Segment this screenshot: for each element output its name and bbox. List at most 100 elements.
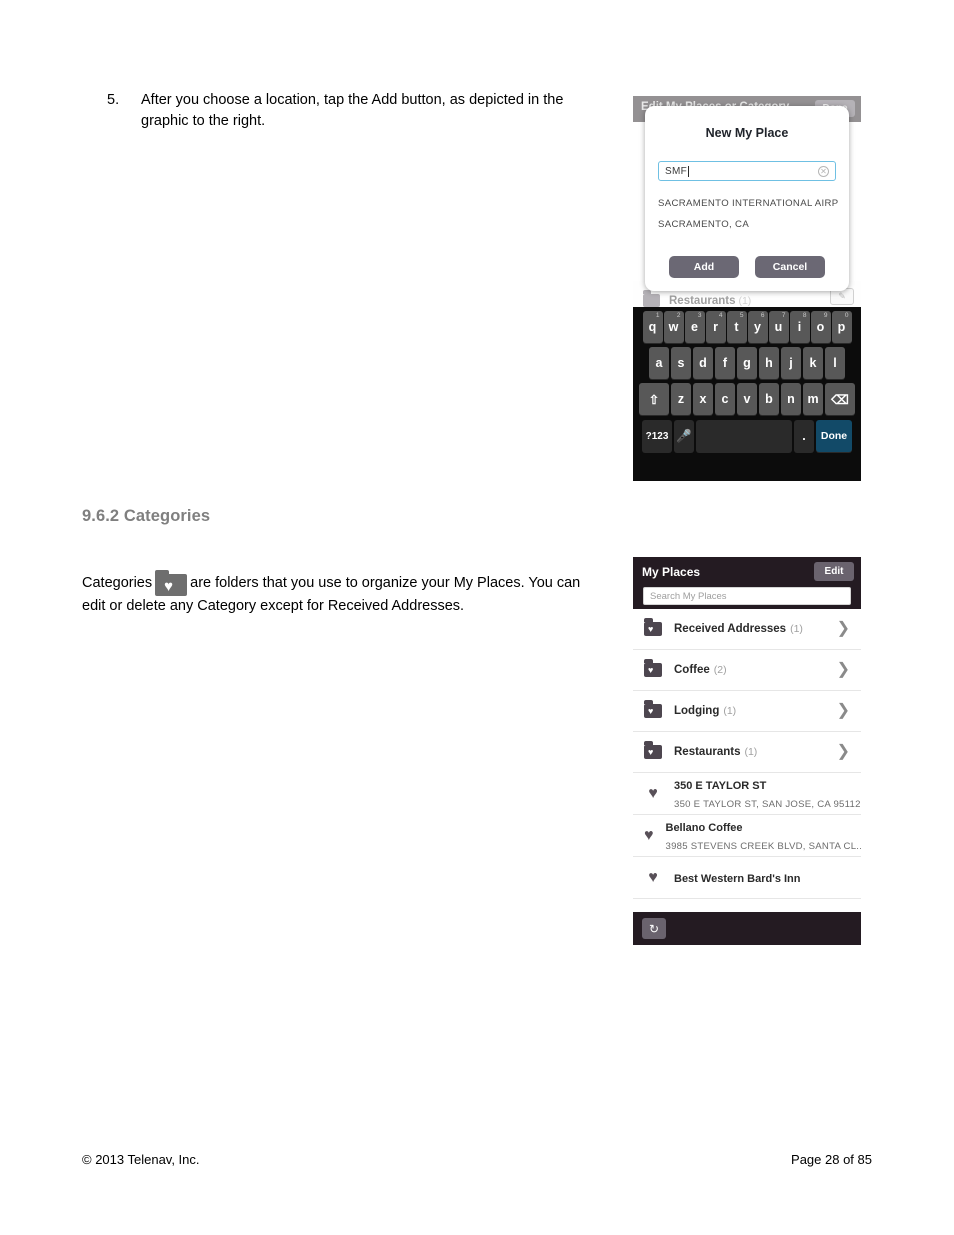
key-j[interactable]: j — [781, 347, 801, 379]
favorite-name: Bellano Coffee — [665, 821, 743, 834]
period-key[interactable]: . — [794, 420, 814, 452]
favorite-name: 350 E TAYLOR ST — [674, 779, 767, 792]
page-footer: © 2013 Telenav, Inc. Page 28 of 85 — [82, 1152, 872, 1167]
numbered-step-5: 5. After you choose a location, tap the … — [107, 90, 607, 132]
key-sub-label: 5 — [739, 312, 744, 319]
step-text: After you choose a location, tap the Add… — [141, 92, 564, 130]
category-count: (1) — [723, 705, 737, 717]
key-r[interactable]: 4r — [705, 311, 726, 343]
key-f[interactable]: f — [715, 347, 735, 379]
key-s[interactable]: s — [671, 347, 691, 379]
category-count: (1) — [744, 746, 758, 758]
paragraph-text-before: Categories — [82, 575, 153, 591]
screenshot-my-places: My Places Edit Search My Places ♥ Receiv… — [633, 557, 861, 945]
clear-circle-icon[interactable]: ✕ — [818, 166, 829, 177]
list-item-favorite[interactable]: ♥ Bellano Coffee 3985 STEVENS CREEK BLVD… — [633, 815, 861, 857]
place-search-value: SMF — [665, 165, 688, 177]
microphone-icon[interactable]: 🎤 — [674, 420, 694, 452]
key-d[interactable]: d — [693, 347, 713, 379]
suggestion-item[interactable]: SACRAMENTO, CA — [658, 219, 838, 230]
key-label: y — [754, 320, 761, 334]
key-e[interactable]: 3e — [684, 311, 705, 343]
key-b[interactable]: b — [759, 383, 779, 415]
key-m[interactable]: m — [803, 383, 823, 415]
my-places-header: My Places Edit Search My Places — [633, 557, 861, 609]
space-key[interactable] — [696, 420, 792, 452]
suggestion-item[interactable]: SACRAMENTO INTERNATIONAL AIRPO... — [658, 198, 838, 209]
list-item-favorite[interactable]: ♥ Best Western Bard's Inn — [633, 857, 861, 899]
key-label: t — [734, 320, 739, 334]
categories-paragraph: Categories ♥ are folders that you use to o… — [82, 570, 598, 618]
keyboard-row-2: a s d f g h j k l — [633, 343, 861, 379]
refresh-icon[interactable]: ↻ — [642, 918, 666, 939]
symbols-key[interactable]: ?123 — [642, 420, 672, 452]
screenshot-new-my-place-dialog: Edit My Places or Category Done Restaura… — [633, 96, 861, 481]
key-sub-label: 2 — [676, 312, 681, 319]
step-number: 5. — [107, 92, 120, 108]
heart-icon: ♥ — [648, 784, 658, 802]
list-item-favorite[interactable]: ♥ 350 E TAYLOR ST 350 E TAYLOR ST, SAN J… — [633, 773, 861, 815]
favorite-name: Best Western Bard's Inn — [674, 872, 801, 885]
key-l[interactable]: l — [825, 347, 845, 379]
key-z[interactable]: z — [671, 383, 691, 415]
key-sub-label: 4 — [718, 312, 723, 319]
place-search-input[interactable]: SMF ✕ — [658, 161, 836, 181]
key-label: i — [797, 320, 802, 334]
key-w[interactable]: 2w — [663, 311, 684, 343]
copyright-text: © 2013 Telenav, Inc. — [82, 1152, 200, 1167]
key-sub-label: 9 — [823, 312, 828, 319]
cancel-button[interactable]: Cancel — [755, 256, 825, 278]
list-item-category[interactable]: ♥ Received Addresses (1) ❯ — [633, 609, 861, 650]
key-g[interactable]: g — [737, 347, 757, 379]
favorite-address: 3985 STEVENS CREEK BLVD, SANTA CL... — [665, 840, 862, 852]
key-p[interactable]: 0p — [831, 311, 852, 343]
dialog-title: New My Place — [705, 126, 789, 140]
category-label: Coffee — [674, 664, 710, 676]
list-item-category[interactable]: ♥ Lodging (1) ❯ — [633, 691, 861, 732]
key-u[interactable]: 7u — [768, 311, 789, 343]
key-label: r — [713, 320, 718, 334]
key-sub-label: 1 — [655, 312, 660, 319]
search-input[interactable]: Search My Places — [643, 587, 851, 605]
edit-button[interactable]: Edit — [814, 562, 854, 581]
add-button[interactable]: Add — [669, 256, 739, 278]
key-k[interactable]: k — [803, 347, 823, 379]
key-x[interactable]: x — [693, 383, 713, 415]
list-item-category[interactable]: ♥ Restaurants (1) ❯ — [633, 732, 861, 773]
key-i[interactable]: 8i — [789, 311, 810, 343]
key-label: e — [691, 320, 698, 334]
key-o[interactable]: 9o — [810, 311, 831, 343]
heart-icon: ♥ — [644, 826, 654, 844]
key-n[interactable]: n — [781, 383, 801, 415]
key-q[interactable]: 1q — [642, 311, 663, 343]
key-sub-label: 8 — [802, 312, 807, 319]
my-places-footer: ↻ — [633, 912, 861, 945]
key-label: u — [774, 320, 783, 334]
list-item-category[interactable]: ♥ Coffee (2) ❯ — [633, 650, 861, 691]
document-page: 5. After you choose a location, tap the … — [0, 0, 954, 1235]
keyboard-row-3: ⇧ z x c v b n m ⌫ — [633, 379, 861, 415]
chevron-right-icon: ❯ — [836, 620, 850, 637]
key-h[interactable]: h — [759, 347, 779, 379]
favorite-address: 350 E TAYLOR ST, SAN JOSE, CA 95112 — [674, 798, 861, 810]
key-a[interactable]: a — [649, 347, 669, 379]
shift-up-arrow-icon[interactable]: ⇧ — [639, 383, 669, 415]
category-label: Received Addresses — [674, 623, 787, 635]
page-number: Page 28 of 85 — [791, 1152, 872, 1167]
key-label: o — [816, 320, 825, 334]
key-label: w — [668, 320, 679, 334]
key-c[interactable]: c — [715, 383, 735, 415]
done-key[interactable]: Done — [816, 420, 852, 452]
key-t[interactable]: 5t — [726, 311, 747, 343]
category-label: Lodging — [674, 705, 720, 717]
folder-heart-icon: ♥ — [644, 618, 662, 636]
backspace-icon[interactable]: ⌫ — [825, 383, 855, 415]
section-heading: 9.6.2 Categories — [82, 507, 211, 525]
key-v[interactable]: v — [737, 383, 757, 415]
new-my-place-dialog: New My Place SMF ✕ SACRAMENTO INTERNATIO… — [645, 106, 849, 291]
key-y[interactable]: 6y — [747, 311, 768, 343]
onscreen-keyboard: 1q 2w 3e 4r 5t 6y 7u 8i 9o 0p a s d f g … — [633, 307, 861, 481]
key-sub-label: 6 — [760, 312, 765, 319]
key-sub-label: 7 — [781, 312, 786, 319]
folder-heart-icon: ♥ — [644, 659, 662, 677]
